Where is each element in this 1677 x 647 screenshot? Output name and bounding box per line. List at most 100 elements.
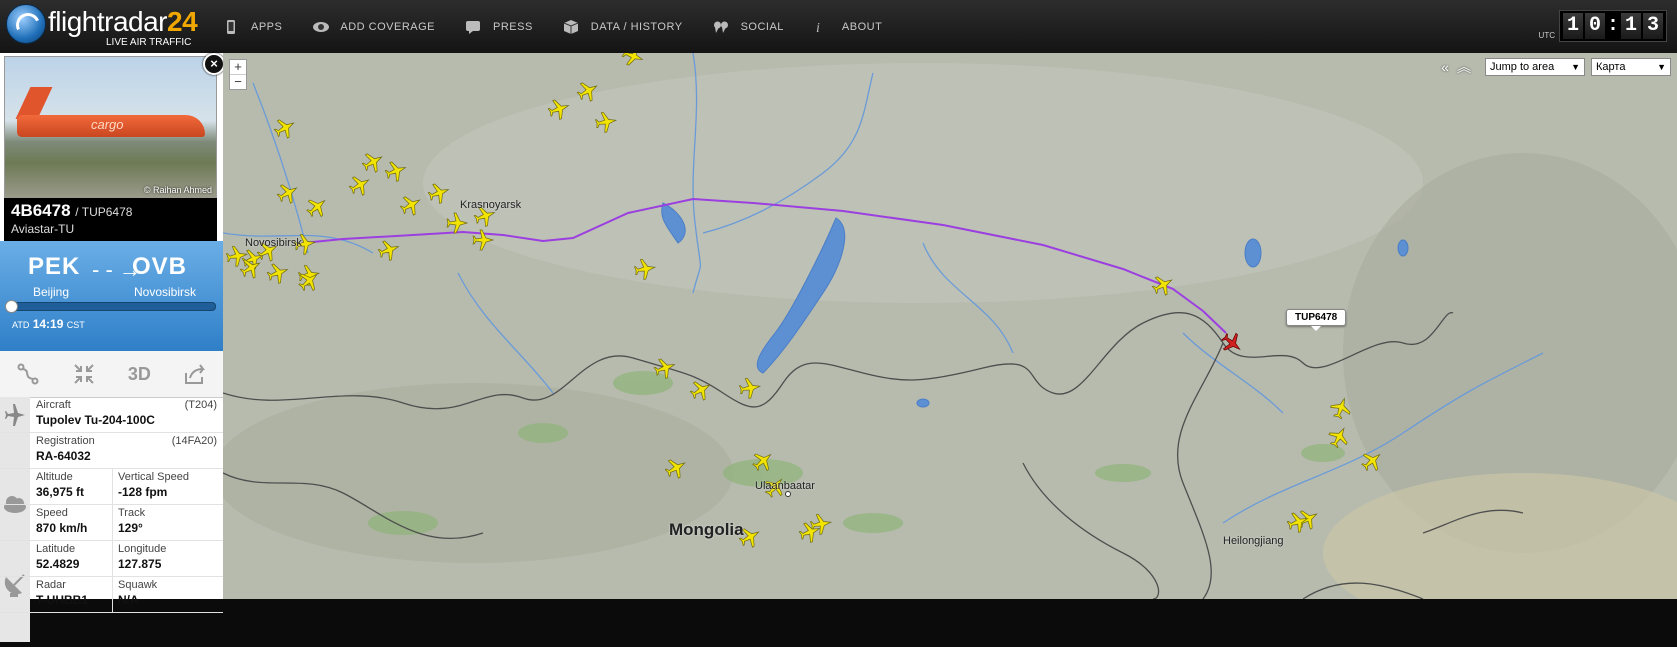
jump-to-area-select[interactable]: Jump to area ▼ [1485,58,1585,76]
destination-city: Novosibirsk [134,285,197,299]
nav-social-label: SOCIAL [740,20,784,33]
registration-cell: Registration (14FA20) RA-64032 [30,433,223,468]
eye-icon [312,19,330,35]
utc-label: UTC [1538,31,1555,40]
clock-digit: 0 [1585,13,1605,39]
nav-data-history-label: DATA / HISTORY [590,20,683,33]
latitude-label: Latitude [36,543,76,555]
nav-social[interactable]: SOCIAL [713,0,784,53]
nav-data-history[interactable]: DATA / HISTORY [563,0,683,53]
registration-label: Registration [36,435,95,447]
close-panel-button[interactable]: × [203,53,225,75]
route-panel: PEK Beijing - - → OVB Novosibirsk ATD 14… [0,241,223,351]
registration-value: RA-64032 [36,449,91,463]
altitude-cell: Altitude 36,975 ft [30,469,112,504]
flight-number: 4B6478 / TUP6478 [11,201,133,220]
share-icon[interactable] [167,351,223,397]
altitude-row: Altitude 36,975 ft Vertical Speed -128 f… [0,469,223,505]
speed-cell: Speed 870 km/h [30,505,112,540]
flightradar24-logo[interactable]: flightradar24 LIVE AIR TRAFFIC [6,4,198,50]
registration-code: (14FA20) [171,435,217,447]
route-icon[interactable] [0,351,56,397]
zoom-in-button[interactable]: + [230,60,246,75]
origin-city: Beijing [33,285,70,299]
vertical-speed-value: -128 fpm [118,485,168,499]
nav-about-label: ABOUT [841,20,883,33]
radar-cell: Radar T-UHBB1 [30,577,112,612]
longitude-label: Longitude [118,543,167,555]
latitude-cell: Latitude 52.4829 [30,541,112,576]
radar-label: Radar [36,579,66,591]
nav-press[interactable]: PRESS [465,0,533,53]
flight-details: Aircraft (T204) Tupolev Tu-204-100C Regi… [0,397,223,642]
map-toolbar: « ︽ Jump to area ▼ Карта ▼ [1441,57,1671,77]
speed-value: 870 km/h [36,521,88,535]
region-label-heilongjiang: Heilongjiang [1223,535,1284,547]
flight-header: 4B6478 / TUP6478 Aviastar-TU [4,198,217,241]
latitude-value: 52.4829 [36,557,80,571]
track-label: Track [118,507,146,519]
main-nav: APPS ADD COVERAGE PRESS DATA / HISTORY S… [223,0,912,53]
collapse-up-icon[interactable]: ︽ [1457,57,1471,77]
aircraft-photo-livery: cargo [91,117,124,132]
vertical-speed-cell: Vertical Speed -128 fpm [112,469,223,504]
box-icon [563,19,579,35]
clock-display: 1 0 : 1 3 [1559,10,1667,42]
globe-logo-icon [6,4,46,44]
collapse-left-icon[interactable]: « [1441,59,1449,75]
longitude-value: 127.875 [118,557,162,571]
3d-view-button[interactable]: 3D [112,351,168,397]
origin-code[interactable]: PEK [28,253,80,281]
nav-press-label: PRESS [493,20,533,33]
dropdown-caret-icon: ▼ [1657,62,1666,72]
country-label-mongolia: Mongolia [669,520,744,539]
city-label-krasnoyarsk: Krasnoyarsk [460,199,522,211]
aircraft-layer [224,53,1387,552]
nav-add-coverage[interactable]: ADD COVERAGE [312,0,435,53]
clock-digit: 1 [1563,13,1583,39]
aircraft-label: Aircraft [36,399,71,411]
clock-separator: : [1607,14,1620,37]
squawk-value: N/A [118,593,139,607]
zoom-out-button[interactable]: − [230,75,246,89]
clock-digit: 1 [1621,13,1641,39]
vertical-speed-label: Vertical Speed [118,471,189,483]
map-type-value: Карта [1596,61,1626,73]
destination-code[interactable]: OVB [132,253,187,281]
position-row: Latitude 52.4829 Longitude 127.875 [0,541,223,577]
selected-aircraft-icon[interactable] [1217,328,1247,358]
top-bar: flightradar24 LIVE AIR TRAFFIC APPS ADD … [0,0,1677,54]
squawk-cell: Squawk N/A [112,577,223,612]
map-type-select[interactable]: Карта ▼ [1591,58,1671,76]
aircraft-row: Aircraft (T204) Tupolev Tu-204-100C [0,397,223,433]
zoom-control: + − [229,59,247,90]
radar-row: Radar T-UHBB1 Squawk N/A [0,577,223,613]
altitude-value: 36,975 ft [36,485,85,499]
collapse-icon[interactable] [56,351,112,397]
aircraft-photo[interactable]: cargo © Raihan Ahmed [4,56,217,199]
altitude-label: Altitude [36,471,73,483]
speech-bubble-icon [465,19,481,35]
aircraft-value: Tupolev Tu-204-100C [36,413,155,427]
flight-info-panel: cargo © Raihan Ahmed × 4B6478 / TUP6478 … [0,53,225,642]
quote-icon [713,19,729,35]
flight-tools: 3D [0,351,223,398]
jump-to-area-value: Jump to area [1490,61,1555,73]
phone-icon [223,19,239,35]
map-canvas[interactable]: Novosibirsk Krasnoyarsk Ulaanbaatar Mong… [223,53,1677,599]
track-value: 129° [118,521,143,535]
selected-callsign-tooltip[interactable]: TUP6478 [1286,309,1347,331]
nav-apps[interactable]: APPS [223,0,282,53]
speed-label: Speed [36,507,68,519]
nav-about[interactable]: i ABOUT [814,0,882,53]
registration-row: Registration (14FA20) RA-64032 [0,433,223,469]
city-label-ulaanbaatar: Ulaanbaatar [755,480,815,492]
airline-name: Aviastar-TU [11,222,75,236]
dropdown-caret-icon: ▼ [1571,62,1580,72]
clock-digit: 3 [1643,13,1663,39]
photo-credit: © Raihan Ahmed [143,185,212,195]
callsign: / TUP6478 [75,205,133,219]
logo-text: flightradar24 [48,6,198,37]
flight-progress-knob [5,300,18,313]
longitude-cell: Longitude 127.875 [112,541,223,576]
